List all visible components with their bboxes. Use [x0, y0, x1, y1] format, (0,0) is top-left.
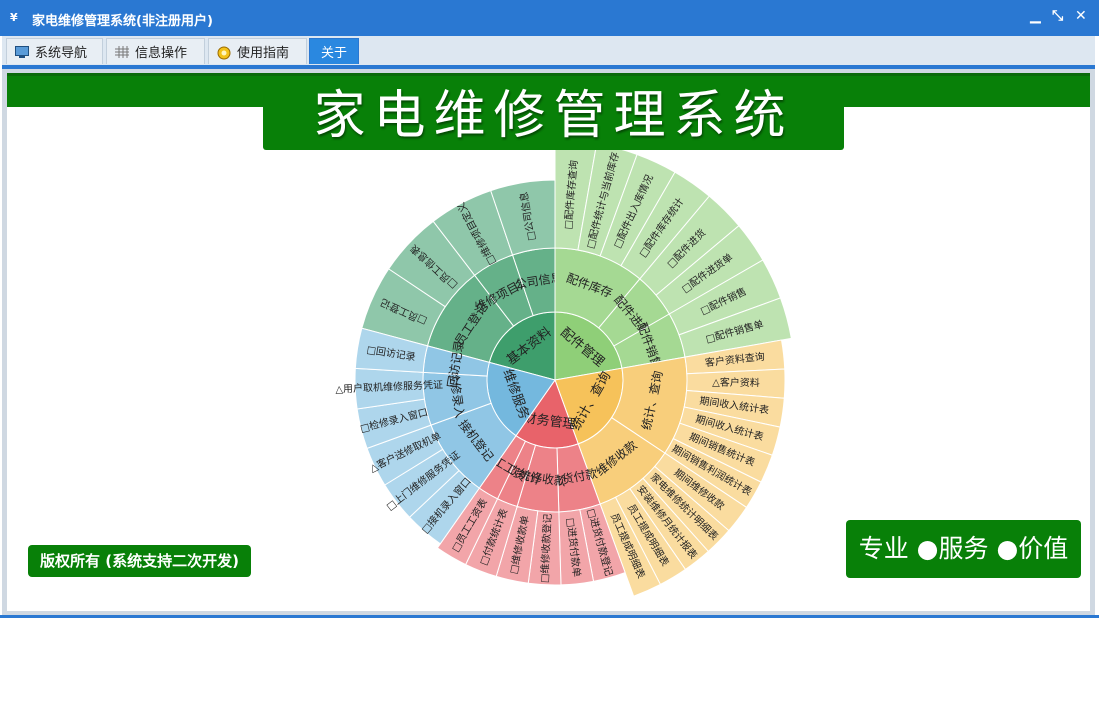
title-bar[interactable]: ¥ 家电维修管理系统(非注册用户) ▁ ⤡ ✕: [0, 0, 1099, 36]
window-bottom-border: [0, 615, 1099, 618]
application-window: ¥ 家电维修管理系统(非注册用户) ▁ ⤡ ✕ 系统导航 信息操作 使用指南 关…: [0, 0, 1099, 619]
slogan-badge: 专业 ●服务 ●价值: [846, 520, 1081, 578]
restore-button[interactable]: ⤡: [1052, 8, 1063, 24]
grid-icon: [115, 45, 129, 58]
menu-tab-bar: 系统导航 信息操作 使用指南 关于: [2, 36, 1095, 66]
tab-about[interactable]: 关于: [309, 38, 359, 64]
tab-info-operation[interactable]: 信息操作: [106, 38, 205, 64]
help-icon: [217, 46, 231, 59]
tab-label: 信息操作: [135, 46, 188, 61]
monitor-icon: [15, 45, 29, 58]
minimize-button[interactable]: ▁: [1030, 8, 1041, 24]
copyright-badge: 版权所有 (系统支持二次开发): [28, 545, 251, 577]
tab-label: 系统导航: [35, 46, 88, 61]
tab-label: 关于: [320, 46, 347, 61]
tab-label: 使用指南: [237, 46, 290, 61]
page-title: 家电维修管理系统: [263, 82, 844, 150]
window-title: 家电维修管理系统(非注册用户): [32, 14, 213, 29]
close-button[interactable]: ✕: [1075, 8, 1087, 24]
tab-user-guide[interactable]: 使用指南: [208, 38, 307, 64]
app-icon: ¥: [10, 11, 18, 24]
tab-system-navigation[interactable]: 系统导航: [6, 38, 103, 64]
